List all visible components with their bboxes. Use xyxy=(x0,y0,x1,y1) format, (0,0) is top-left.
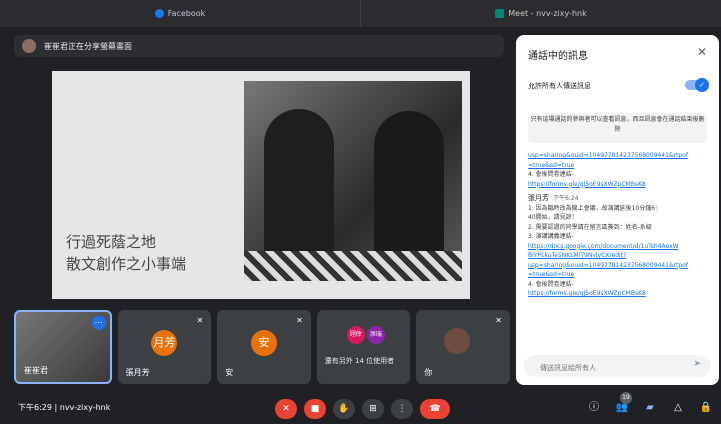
message-input[interactable] xyxy=(538,363,682,373)
message-compose: ➤ xyxy=(524,355,711,377)
info-icon[interactable]: ⓘ xyxy=(586,399,602,417)
message-link[interactable]: =true&sd=true xyxy=(528,270,710,280)
more-options-icon[interactable]: ⋯ xyxy=(91,316,106,330)
participant-tile[interactable]: ✕ 安 安 xyxy=(217,310,311,384)
mic-off-icon: ✕ xyxy=(196,316,204,325)
message-link[interactable]: BIYPLkuTe5NKLMiT9NvJyCX/edit? xyxy=(528,251,710,261)
participant-tile-you[interactable]: ✕ 你 xyxy=(416,310,510,384)
message-text: 2. 需要認證的同學請在留言區簽到：姓名-系級 xyxy=(528,223,652,231)
message-link[interactable]: https://forms.gle/gJ5oE9sXWZpCMBsK8 xyxy=(528,289,710,299)
more-participants-tile[interactable]: 翊倖 添瑞 還有另外 14 位使用者 xyxy=(316,310,411,384)
message-text: 40開始，請見諒！ xyxy=(528,214,578,221)
present-button[interactable]: ⊞ xyxy=(362,399,384,419)
allow-messages-toggle[interactable]: ✓ xyxy=(685,78,709,92)
mic-off-button[interactable]: ✕ xyxy=(275,399,297,419)
chat-icon[interactable]: ▰ xyxy=(642,399,658,417)
slide-title: 行過死蔭之地 散文創作之小事端 xyxy=(66,233,187,273)
message-text: 3. 演講講義連結- xyxy=(528,233,574,240)
presenting-banner: 崔崔君正在分享螢幕畫面 xyxy=(14,35,504,57)
message-link[interactable]: usp=sharing&ouid=104977814237568009441&r… xyxy=(528,151,710,161)
meeting-info: 下午6:29 | nvv-zixy-hnk xyxy=(18,403,111,412)
message-text: 1. 因為臨時改為線上會議，故演講延後10分鐘6： xyxy=(528,204,662,212)
message-sender: 張月芳 下午6:24 xyxy=(528,194,579,202)
chat-panel: 通話中的訊息 ✕ 允許所有人傳送訊息 ✓ 只有這場通話的參與者可以查看訊息，而且… xyxy=(516,35,719,385)
message-link[interactable]: usp=sharing&ouid=104977814237568009441&r… xyxy=(528,261,710,271)
check-icon: ✓ xyxy=(695,78,709,92)
message-text: 4. 會後問卷連結- xyxy=(528,280,574,288)
presenter-avatar xyxy=(22,39,36,53)
participant-tile-self-video[interactable]: ⋯ 崔崔君 xyxy=(14,310,112,384)
message-link[interactable]: =true&sd=true xyxy=(528,161,710,171)
raise-hand-button[interactable]: ✋ xyxy=(333,399,355,419)
browser-tab-bar: Facebook Meet - nvv-zixy-hnk xyxy=(0,0,721,27)
host-controls-icon[interactable]: 🔒 xyxy=(698,399,714,417)
mic-off-icon: ✕ xyxy=(495,316,502,325)
participant-tile[interactable]: ✕ 月芳 張月芳 xyxy=(117,310,212,384)
call-controls: ✕ ■ ✋ ⊞ ⋮ ☎ xyxy=(275,399,450,419)
avatar: 翊倖 xyxy=(346,326,365,344)
avatar: 月芳 xyxy=(151,330,178,356)
shared-screen: 行過死蔭之地 散文創作之小事端 xyxy=(52,71,470,299)
slide-photo xyxy=(244,81,462,281)
close-icon[interactable]: ✕ xyxy=(697,45,707,59)
chat-title: 通話中的訊息 xyxy=(528,51,588,62)
message-list: usp=sharing&ouid=104977814237568009441&r… xyxy=(528,151,710,336)
participant-count-badge: 19 xyxy=(620,392,632,404)
mic-off-icon: ✕ xyxy=(296,316,303,325)
avatar: 安 xyxy=(250,330,277,356)
side-controls: ⓘ 👥 19 ▰ △ 🔒 xyxy=(586,392,714,417)
hang-up-button[interactable]: ☎ xyxy=(420,399,450,419)
more-options-button[interactable]: ⋮ xyxy=(391,399,413,419)
participant-tiles: ⋯ 崔崔君 ✕ 月芳 張月芳 ✕ 安 安 翊倖 添瑞 還有另外 14 位使用者 … xyxy=(14,310,510,384)
message-link[interactable]: https://forms.gle/gJ5oE9sXWZpCMBsK8 xyxy=(528,180,710,190)
message-text: 4. 會後問卷連結- xyxy=(528,171,574,178)
meet-icon xyxy=(495,9,505,18)
allow-messages-label: 允許所有人傳送訊息 xyxy=(528,82,591,90)
camera-off-button[interactable]: ■ xyxy=(304,399,326,419)
presenting-text: 崔崔君正在分享螢幕畫面 xyxy=(44,41,132,51)
send-icon[interactable]: ➤ xyxy=(693,359,701,369)
activities-icon[interactable]: △ xyxy=(670,399,686,417)
tab-meet[interactable]: Meet - nvv-zixy-hnk xyxy=(360,0,721,27)
bottom-bar: 下午6:29 | nvv-zixy-hnk ✕ ■ ✋ ⊞ ⋮ ☎ ⓘ 👥 19 … xyxy=(0,392,721,424)
avatar xyxy=(444,328,471,354)
facebook-icon xyxy=(154,9,164,18)
tab-facebook[interactable]: Facebook xyxy=(0,0,360,27)
people-icon[interactable]: 👥 19 xyxy=(614,392,632,417)
chat-notice: 只有這場通話的參與者可以查看訊息，而且訊息會在通話結束後刪除 xyxy=(528,113,707,143)
avatar: 添瑞 xyxy=(366,326,385,344)
message-link[interactable]: https://docs.google.com/document/d/1uTsh… xyxy=(528,242,710,252)
